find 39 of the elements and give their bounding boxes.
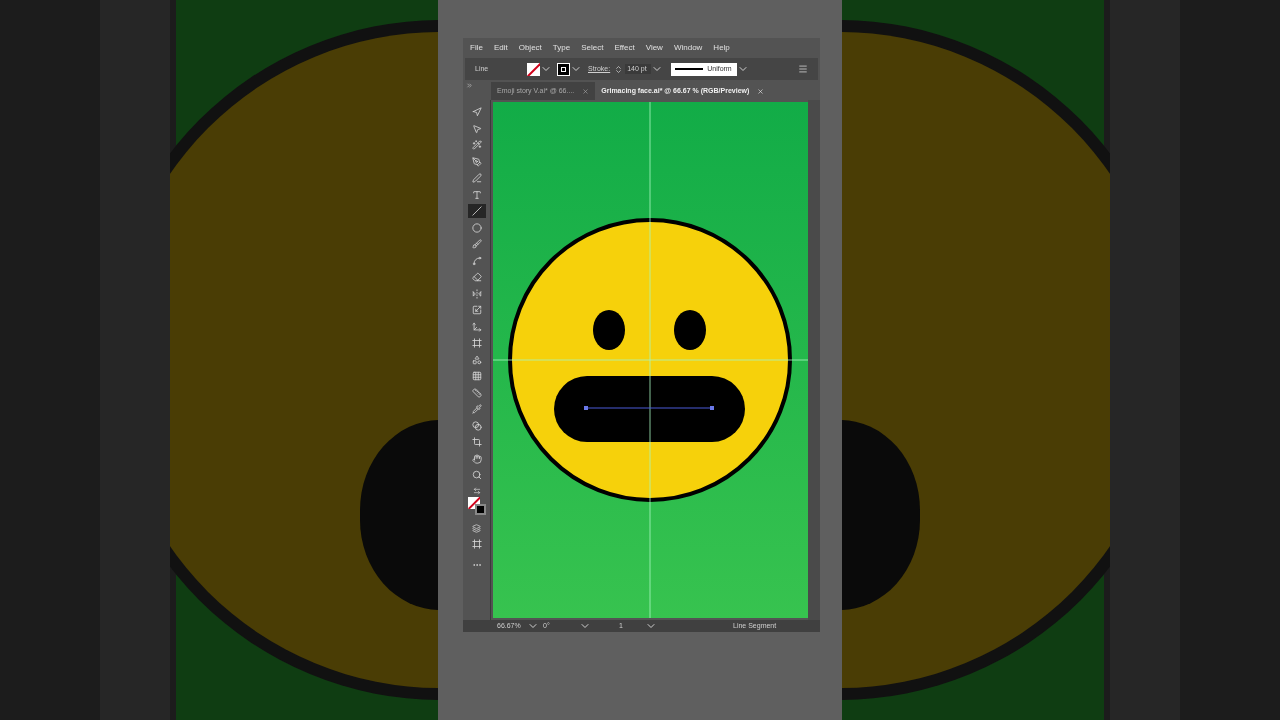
ruler-icon: [471, 387, 482, 398]
shapes-icon: [471, 354, 482, 365]
grid-icon: [471, 371, 482, 381]
stepper-icon[interactable]: [614, 64, 624, 74]
menu-item[interactable]: Window: [673, 42, 703, 54]
menu-icon[interactable]: [798, 64, 808, 74]
ellipse-icon: [471, 222, 482, 233]
reflect-icon: [471, 288, 482, 299]
menu-item[interactable]: Edit: [493, 42, 508, 54]
pen-curve-icon: [471, 173, 482, 183]
close-icon[interactable]: [582, 87, 590, 95]
hand-icon: [471, 453, 482, 464]
fill-stroke-swatches[interactable]: [467, 497, 486, 515]
menu-item[interactable]: Object: [518, 42, 542, 54]
menu-item[interactable]: View: [645, 42, 663, 54]
menu-item[interactable]: File: [470, 42, 483, 54]
scale-icon: [471, 305, 482, 315]
artboard-icon: [471, 437, 482, 447]
zoom-icon: [471, 470, 482, 480]
wand-icon: [471, 140, 482, 150]
line-icon: [471, 206, 482, 216]
collapse-icon[interactable]: [466, 82, 473, 89]
menu-item[interactable]: Select: [581, 42, 604, 54]
tool-button[interactable]: [467, 204, 486, 218]
swap-icon[interactable]: [472, 486, 481, 495]
menu-item[interactable]: Type: [552, 42, 571, 54]
close-icon[interactable]: [757, 87, 765, 95]
type-icon: [471, 189, 482, 200]
fill-swatch[interactable]: [527, 62, 540, 76]
eyedropper-icon: [471, 404, 482, 414]
direct-arrow-icon: [471, 107, 482, 117]
pen-icon: [471, 156, 482, 167]
menu-item[interactable]: Effect: [614, 42, 635, 54]
blend-icon: [471, 420, 482, 431]
arrow-pointer-icon: [471, 123, 482, 134]
stroke-swatch[interactable]: [557, 62, 570, 76]
eraser-icon: [471, 272, 482, 282]
brush-icon: [471, 239, 482, 249]
menu-item[interactable]: Help: [713, 42, 730, 54]
